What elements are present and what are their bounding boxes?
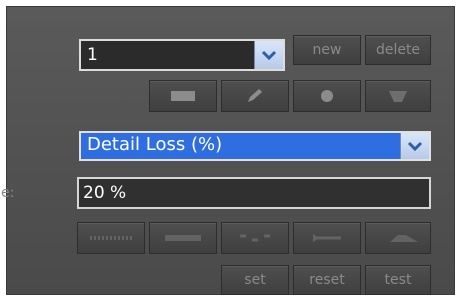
- delete-button-label: delete: [375, 42, 421, 58]
- arrow-line-icon: [313, 234, 341, 242]
- delete-button[interactable]: delete: [365, 35, 431, 65]
- solid-bar-icon: [165, 235, 201, 241]
- set-button[interactable]: set: [221, 265, 289, 295]
- metric-dropdown-value: Detail Loss (%): [87, 134, 223, 155]
- rectangle-tool-icon: [171, 91, 195, 101]
- pencil-tool-icon: [248, 89, 262, 102]
- preset-button-2[interactable]: [149, 222, 217, 254]
- reset-button[interactable]: reset: [293, 265, 361, 295]
- profile-dropdown[interactable]: 1: [79, 39, 285, 71]
- set-button-label: set: [244, 272, 266, 288]
- value-field-text: 20 %: [83, 183, 127, 203]
- new-button-label: new: [312, 42, 342, 58]
- reset-button-label: reset: [309, 272, 345, 288]
- chevron-down-icon[interactable]: [400, 133, 429, 159]
- preset-button-3[interactable]: [221, 222, 289, 254]
- pencil-tool-button[interactable]: [221, 80, 289, 112]
- profile-dropdown-value: 1: [87, 45, 98, 65]
- rectangle-tool-button[interactable]: [149, 80, 217, 112]
- test-button[interactable]: test: [365, 265, 431, 295]
- preset-button-4[interactable]: [293, 222, 361, 254]
- test-button-label: test: [384, 272, 412, 288]
- dashed-line-icon: [240, 234, 270, 242]
- circle-tool-button[interactable]: [293, 80, 361, 112]
- chevron-down-icon[interactable]: [254, 41, 283, 69]
- value-side-label: e:: [1, 185, 15, 201]
- value-field[interactable]: 20 %: [77, 177, 431, 209]
- dotted-line-icon: [90, 236, 132, 240]
- preset-button-5[interactable]: [365, 222, 431, 254]
- circle-tool-icon: [321, 90, 333, 102]
- ramp-icon: [378, 235, 418, 242]
- metric-dropdown[interactable]: Detail Loss (%): [79, 131, 431, 161]
- bucket-tool-button[interactable]: [365, 80, 431, 112]
- new-button[interactable]: new: [293, 35, 361, 65]
- settings-panel: 1 new delete Detail Loss (%) e: 20 % set…: [1, 6, 455, 295]
- bucket-tool-icon: [389, 91, 407, 102]
- preset-button-1[interactable]: [77, 222, 145, 254]
